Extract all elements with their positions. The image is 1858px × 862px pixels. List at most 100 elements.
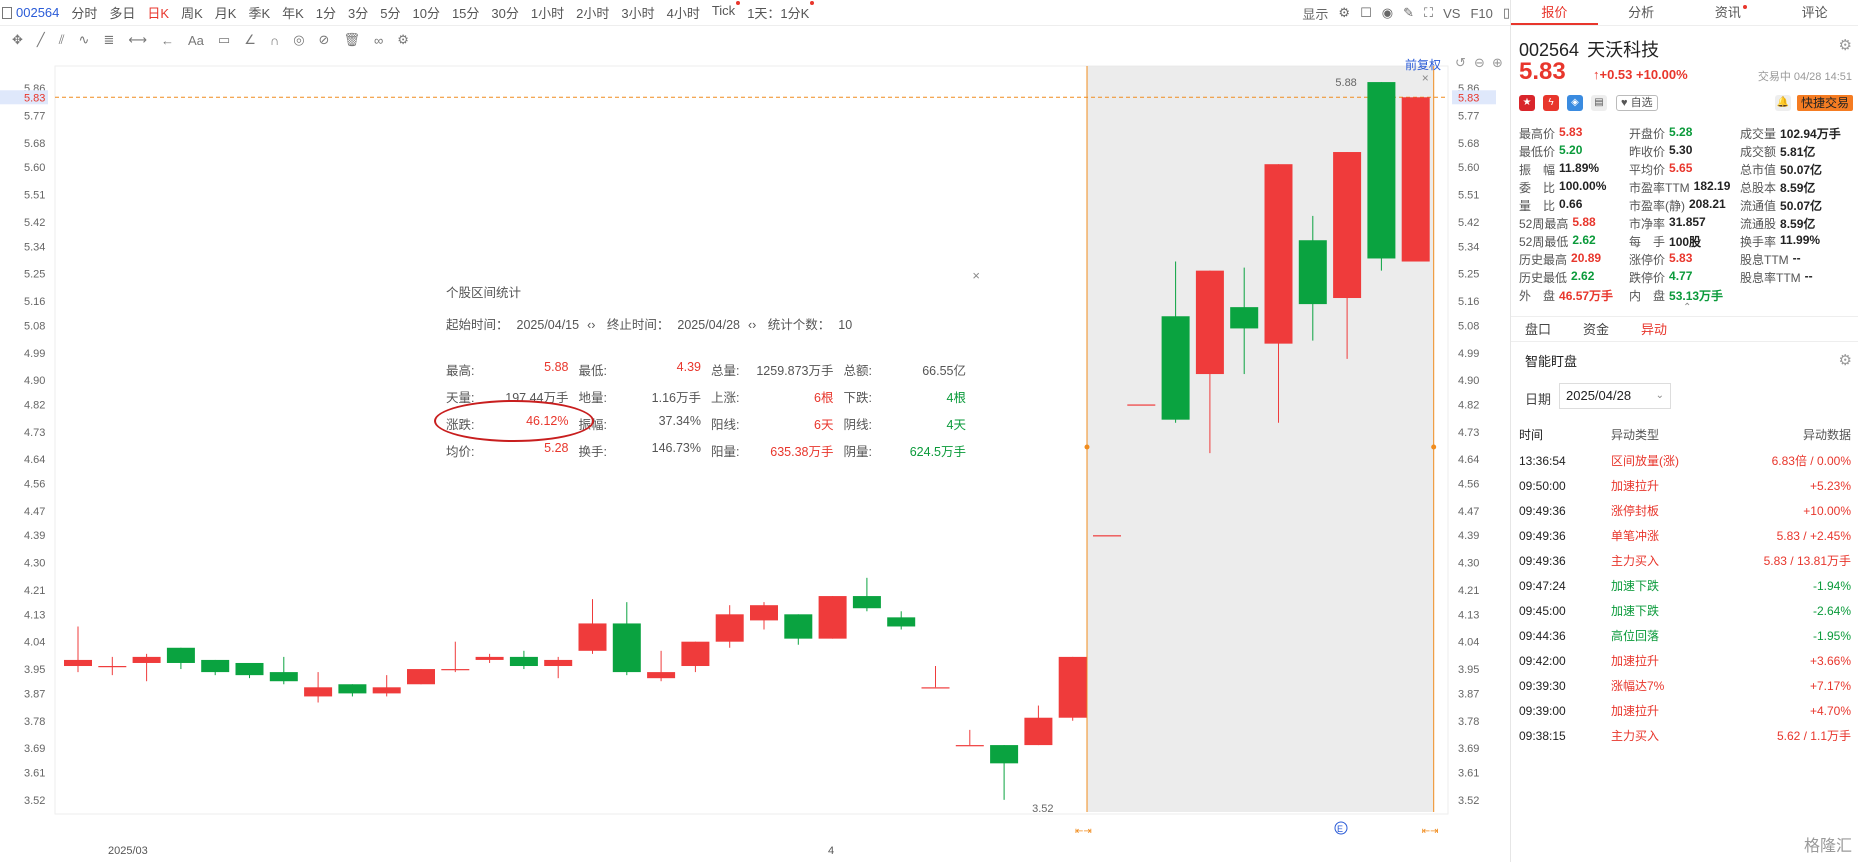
move-icon[interactable]: ✥ xyxy=(12,32,23,48)
period-tab[interactable]: 分时 xyxy=(71,3,97,22)
price-axis-label-right: 4.56 xyxy=(1458,479,1479,491)
date-select[interactable]: 2025/04/28 ⌄ xyxy=(1559,383,1671,409)
alert-type: 主力买入 xyxy=(1611,554,1660,568)
period-tab[interactable]: 多日 xyxy=(109,3,135,22)
close-icon[interactable]: × xyxy=(972,268,980,283)
period-tab[interactable]: 3分 xyxy=(348,3,368,22)
alert-row[interactable]: 09:49:36 涨停封板 +10.00% xyxy=(1519,498,1851,523)
candle-body xyxy=(509,656,538,667)
collapse-icon[interactable]: ▯ xyxy=(1503,5,1510,21)
display-menu[interactable]: 显示 xyxy=(1302,4,1328,23)
f10-button[interactable]: F10 xyxy=(1470,6,1492,21)
wave-icon[interactable]: ∿ xyxy=(79,32,90,48)
end-adjust-icon[interactable]: ‹› xyxy=(748,318,756,332)
pen-icon[interactable]: ✎ xyxy=(1403,5,1414,21)
watch-title: 智能盯盘 xyxy=(1525,354,1578,369)
eye-icon[interactable]: ◎ xyxy=(293,32,304,48)
quote-label: 委 比 xyxy=(1519,180,1556,195)
fib-icon[interactable]: ≣ xyxy=(103,32,114,48)
tab-orderbook[interactable]: 盘口 xyxy=(1525,317,1551,341)
candle-body xyxy=(887,617,916,627)
period-tab[interactable]: 1小时 xyxy=(531,3,564,22)
line-icon[interactable]: ╱ xyxy=(37,32,45,48)
period-tab[interactable]: 3小时 xyxy=(621,3,654,22)
period-tab[interactable]: 月K xyxy=(215,3,237,22)
quote-value: 31.857 xyxy=(1669,214,1706,229)
expand-icon[interactable]: ⌃ xyxy=(1683,302,1691,313)
period-tab[interactable]: 1天：1分K xyxy=(747,1,815,22)
tab-alerts[interactable]: 异动 xyxy=(1641,317,1667,341)
period-tab[interactable]: 10分 xyxy=(412,3,439,22)
quick-trade-button[interactable]: 快捷交易 xyxy=(1796,95,1853,111)
gear-icon[interactable]: ⚙ xyxy=(1338,5,1350,21)
arrow-icon[interactable]: ← xyxy=(161,33,174,48)
tab-comments[interactable]: 评论 xyxy=(1771,0,1858,25)
alert-row[interactable]: 09:47:24 加速下跌 -1.94% xyxy=(1519,573,1851,598)
quote-cell: 内 盘 53.13万手 xyxy=(1629,287,1740,304)
alert-row[interactable]: 09:42:00 加速拉升 +3.66% xyxy=(1519,648,1851,673)
note-icon[interactable]: ▤ xyxy=(1591,95,1607,111)
period-tab[interactable]: 季K xyxy=(248,3,270,22)
tab-analysis[interactable]: 分析 xyxy=(1598,0,1685,25)
link-icon[interactable]: ∞ xyxy=(374,33,383,48)
start-adjust-icon[interactable]: ‹› xyxy=(587,318,595,332)
settings-icon[interactable]: ⚙ xyxy=(397,32,409,48)
period-tab[interactable]: 5分 xyxy=(380,3,400,22)
tab-news[interactable]: 资讯 xyxy=(1685,0,1772,25)
price-axis-label-left: 4.21 xyxy=(24,585,45,597)
hot-icon[interactable]: ϟ xyxy=(1543,95,1559,111)
period-tab[interactable]: 1分 xyxy=(316,3,336,22)
zoom-out-icon[interactable]: ⊖ xyxy=(1474,55,1485,71)
period-tab[interactable]: 4小时 xyxy=(667,3,700,22)
tab-funds[interactable]: 资金 xyxy=(1583,317,1609,341)
measure-icon[interactable]: ⟷ xyxy=(128,32,147,48)
alert-row[interactable]: 09:45:00 加速下跌 -2.64% xyxy=(1519,598,1851,623)
alert-row[interactable]: 09:44:36 高位回落 -1.95% xyxy=(1519,623,1851,648)
magnet-icon[interactable]: ∩ xyxy=(270,33,279,48)
angle-icon[interactable]: ∠ xyxy=(244,32,256,48)
alert-row[interactable]: 09:38:15 主力买入 5.62 / 1.1万手 xyxy=(1519,723,1851,748)
period-tab[interactable]: 周K xyxy=(181,3,203,22)
stock-code-link[interactable]: 002564 xyxy=(16,5,59,20)
period-tab[interactable]: 30分 xyxy=(491,3,518,22)
gear-icon[interactable]: ⚙ xyxy=(1839,36,1852,54)
camera-icon[interactable]: ◉ xyxy=(1382,5,1393,21)
comment-icon[interactable]: ▭ xyxy=(218,32,230,48)
tag-icon[interactable]: ◈ xyxy=(1567,95,1583,111)
fullscreen-icon[interactable]: ⛶ xyxy=(1424,5,1433,21)
text-icon[interactable]: Aa xyxy=(188,33,204,48)
alert-row[interactable]: 09:39:30 涨幅达7% +7.17% xyxy=(1519,673,1851,698)
period-tab[interactable]: 日K xyxy=(147,3,169,22)
add-watchlist-button[interactable]: ♥ 自选 xyxy=(1616,95,1658,111)
alert-row[interactable]: 13:36:54 区间放量(涨) 6.83倍 / 0.00% xyxy=(1519,448,1851,473)
alert-row[interactable]: 09:49:36 单笔冲涨 5.83 / +2.45% xyxy=(1519,523,1851,548)
alert-value: 6.83倍 / 0.00% xyxy=(1771,454,1851,468)
alert-row[interactable]: 09:50:00 加速拉升 +5.23% xyxy=(1519,473,1851,498)
hide-icon[interactable]: ⊘ xyxy=(319,32,330,48)
price-axis-label-right: 4.21 xyxy=(1458,585,1479,597)
restore-rights-button[interactable]: 前复权 xyxy=(1405,56,1441,73)
period-tab[interactable]: 年K xyxy=(282,3,304,22)
period-tab[interactable]: Tick xyxy=(712,1,741,22)
end-date: 2025/04/28 xyxy=(677,318,740,332)
period-tab[interactable]: 2小时 xyxy=(576,3,609,22)
reset-icon[interactable]: ↺ xyxy=(1455,55,1466,71)
channel-icon[interactable]: ⫽ xyxy=(59,32,65,48)
square-icon[interactable]: ☐ xyxy=(1360,5,1372,21)
price-axis-label-right: 4.82 xyxy=(1458,399,1479,411)
tab-quote[interactable]: 报价 xyxy=(1511,0,1598,25)
quote-cell: 振 幅 11.89% xyxy=(1519,161,1629,178)
bell-icon[interactable]: 🔔 xyxy=(1775,95,1791,111)
gear-icon[interactable]: ⚙ xyxy=(1839,351,1852,369)
zoom-in-icon[interactable]: ⊕ xyxy=(1492,55,1503,71)
flag-icon[interactable]: ★ xyxy=(1519,95,1535,111)
alert-row[interactable]: 09:49:36 主力买入 5.83 / 13.81万手 xyxy=(1519,548,1851,573)
quote-cell: 股息TTM -- xyxy=(1740,251,1857,268)
layout-icon[interactable] xyxy=(2,6,12,19)
alert-row[interactable]: 09:39:00 加速拉升 +4.70% xyxy=(1519,698,1851,723)
period-tab[interactable]: 15分 xyxy=(452,3,479,22)
trash-icon[interactable]: 🗑 xyxy=(343,32,360,48)
quote-label: 总市值 xyxy=(1740,162,1777,177)
vs-button[interactable]: VS xyxy=(1443,6,1460,21)
price-axis-label-right: 4.99 xyxy=(1458,348,1479,360)
